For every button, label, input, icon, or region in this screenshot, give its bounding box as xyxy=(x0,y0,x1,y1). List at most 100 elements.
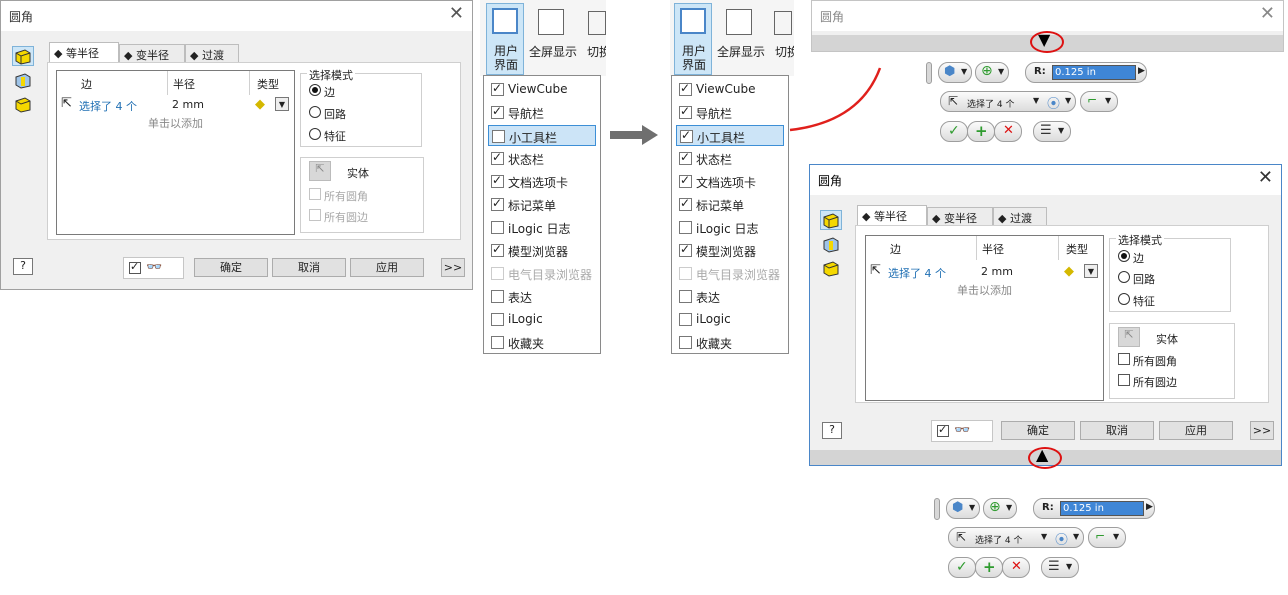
cancel-button[interactable]: 取消 xyxy=(1080,421,1154,440)
menu-checkbox[interactable] xyxy=(491,313,504,326)
corner-pill[interactable]: ⌐ ▼ xyxy=(1088,527,1126,548)
menu-checkbox[interactable] xyxy=(491,196,504,211)
menu-item[interactable]: 小工具栏 xyxy=(676,125,784,146)
corner-pill[interactable]: ⌐ ▼ xyxy=(1080,91,1118,112)
all-edges-checkbox[interactable] xyxy=(309,209,321,221)
radius-value[interactable]: 2 mm xyxy=(981,265,1013,278)
view-mode-pill[interactable]: ⬢ ▼ xyxy=(946,498,980,519)
selected-edges-link[interactable]: 选择了 4 个 xyxy=(888,265,946,281)
toolbar-grip[interactable] xyxy=(926,62,932,84)
full-round-fillet-icon[interactable] xyxy=(12,94,34,114)
more-button[interactable]: >> xyxy=(1250,421,1274,440)
full-round-fillet-icon[interactable] xyxy=(820,258,842,278)
ok-button[interactable]: ✓ xyxy=(948,557,976,578)
menu-checkbox[interactable] xyxy=(679,150,692,165)
selected-edges-link[interactable]: 选择了 4 个 xyxy=(79,98,137,114)
menu-checkbox[interactable] xyxy=(491,81,504,96)
play-icon[interactable]: ▶ xyxy=(1146,502,1153,512)
menu-item[interactable]: 模型浏览器 xyxy=(488,240,596,261)
menu-checkbox[interactable] xyxy=(491,336,504,349)
radius-pill[interactable]: R: 0.125 in ▶ xyxy=(1033,498,1155,519)
menu-checkbox[interactable] xyxy=(491,221,504,234)
menu-checkbox[interactable] xyxy=(679,196,692,211)
select-pill[interactable]: ⇱ 选择了 4 个 ▼ ⦿ ▼ xyxy=(940,91,1076,112)
tab-setback[interactable]: ◆ 过渡 xyxy=(185,44,239,63)
fillet-edge-icon[interactable] xyxy=(820,210,842,230)
close-icon[interactable]: ✕ xyxy=(1260,4,1275,24)
help-icon[interactable]: ? xyxy=(13,258,33,275)
toolbar-grip[interactable] xyxy=(934,498,940,520)
menu-item[interactable]: 导航栏 xyxy=(676,102,784,123)
menu-checkbox[interactable] xyxy=(491,104,504,119)
face-fillet-icon[interactable] xyxy=(12,70,34,90)
menu-item[interactable]: 表达 xyxy=(676,286,784,307)
menu-checkbox[interactable] xyxy=(679,104,692,119)
cancel-button[interactable]: ✕ xyxy=(994,121,1022,142)
menu-item[interactable]: 表达 xyxy=(488,286,596,307)
tab-variable-radius[interactable]: ◆ 变半径 xyxy=(927,207,993,226)
all-fillets-checkbox[interactable] xyxy=(1118,353,1130,365)
preview-toggle[interactable]: ✓ 👓 xyxy=(123,257,184,279)
cancel-button[interactable]: 取消 xyxy=(272,258,346,277)
preview-checkbox[interactable]: ✓ xyxy=(937,423,949,437)
menu-item[interactable]: iLogic xyxy=(676,309,784,330)
view-mode-pill[interactable]: ⬢ ▼ xyxy=(938,62,972,83)
expand-toggle[interactable]: ▼ xyxy=(1030,30,1064,53)
radius-input[interactable]: 0.125 in xyxy=(1060,501,1144,516)
menu-item[interactable]: 收藏夹 xyxy=(488,332,596,353)
menu-checkbox[interactable] xyxy=(491,290,504,303)
menu-item[interactable]: ViewCube xyxy=(488,79,596,100)
more-button[interactable]: >> xyxy=(441,258,465,277)
radius-value[interactable]: 2 mm xyxy=(172,98,204,111)
apply-button[interactable]: 应用 xyxy=(350,258,424,277)
add-mode-pill[interactable]: ⊕ ▼ xyxy=(983,498,1017,519)
help-icon[interactable]: ? xyxy=(822,422,842,439)
collapse-toggle[interactable]: ▲ xyxy=(1028,445,1062,469)
ok-button[interactable]: ✓ xyxy=(940,121,968,142)
menu-item[interactable]: 文档选项卡 xyxy=(676,171,784,192)
menu-item[interactable]: 状态栏 xyxy=(488,148,596,169)
add-mode-pill[interactable]: ⊕ ▼ xyxy=(975,62,1009,83)
tab-constant-radius[interactable]: ◆ 等半径 xyxy=(49,42,119,63)
menu-checkbox[interactable] xyxy=(679,290,692,303)
menu-item[interactable]: 标记菜单 xyxy=(488,194,596,215)
ok-button[interactable]: 确定 xyxy=(194,258,268,277)
menu-checkbox[interactable] xyxy=(679,81,692,96)
radius-pill[interactable]: R: 0.125 in ▶ xyxy=(1025,62,1147,83)
close-icon[interactable]: ✕ xyxy=(449,4,464,24)
face-fillet-icon[interactable] xyxy=(820,234,842,254)
radio-feature[interactable] xyxy=(1118,293,1130,305)
tab-constant-radius[interactable]: ◆ 等半径 xyxy=(857,205,927,226)
all-fillets-checkbox[interactable] xyxy=(309,188,321,200)
chevron-down-icon[interactable]: ▼ xyxy=(1084,264,1098,278)
radio-feature[interactable] xyxy=(309,128,321,140)
menu-checkbox[interactable] xyxy=(679,221,692,234)
play-icon[interactable]: ▶ xyxy=(1138,66,1145,76)
radio-edge[interactable] xyxy=(1118,250,1130,262)
menu-item[interactable]: 导航栏 xyxy=(488,102,596,123)
tab-setback[interactable]: ◆ 过渡 xyxy=(993,207,1047,226)
user-interface-button[interactable]: 用户 界面 xyxy=(674,3,712,75)
user-interface-button[interactable]: 用户 界面 xyxy=(486,3,524,75)
menu-checkbox[interactable] xyxy=(491,150,504,165)
menu-item[interactable]: 小工具栏 xyxy=(488,125,596,146)
menu-checkbox[interactable] xyxy=(491,173,504,188)
close-icon[interactable]: ✕ xyxy=(1258,168,1273,188)
menu-item[interactable]: iLogic 日志 xyxy=(676,217,784,238)
apply-button[interactable]: + xyxy=(975,557,1003,578)
menu-item[interactable]: 电气目录浏览器 xyxy=(676,263,784,284)
menu-item[interactable]: ViewCube xyxy=(676,79,784,100)
all-edges-checkbox[interactable] xyxy=(1118,374,1130,386)
fullscreen-button[interactable]: 全屏显示 xyxy=(528,3,578,63)
apply-button[interactable]: 应用 xyxy=(1159,421,1233,440)
radius-input[interactable]: 0.125 in xyxy=(1052,65,1136,80)
menu-checkbox[interactable] xyxy=(679,242,692,257)
fillet-type-icon[interactable]: ◆ xyxy=(1064,264,1074,279)
options-pill[interactable]: ☰ ▼ xyxy=(1041,557,1079,578)
apply-button[interactable]: + xyxy=(967,121,995,142)
menu-item[interactable]: 标记菜单 xyxy=(676,194,784,215)
menu-item[interactable]: 模型浏览器 xyxy=(676,240,784,261)
tab-variable-radius[interactable]: ◆ 变半径 xyxy=(119,44,185,63)
options-pill[interactable]: ☰ ▼ xyxy=(1033,121,1071,142)
solid-select-button[interactable]: ⇱ xyxy=(309,161,331,181)
